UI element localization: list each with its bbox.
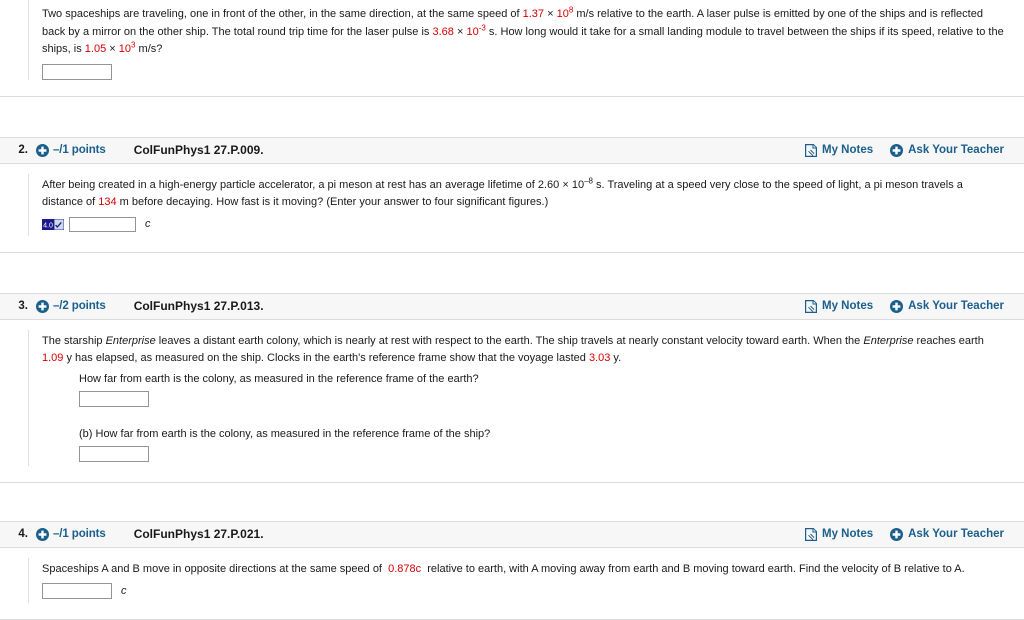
problem-3-answer-input-b[interactable]	[79, 446, 149, 462]
significant-figures-badge: 4.0	[42, 219, 64, 230]
plus-circle-icon	[890, 144, 903, 157]
subquestion-spacer	[42, 407, 1004, 423]
card-gap-3	[0, 483, 1024, 521]
subquestion-b-label: (b) How far from earth is the colony, as…	[79, 426, 1004, 442]
plus-circle-icon	[890, 300, 903, 313]
problem-3-body: The starship Enterprise leaves a distant…	[0, 320, 1024, 483]
my-notes-label: My Notes	[822, 528, 873, 540]
problem-2-answer-row: 4.0 c	[42, 217, 1004, 232]
ask-your-teacher-label: Ask Your Teacher	[908, 144, 1004, 156]
card-gap-2	[0, 253, 1024, 293]
my-notes-label: My Notes	[822, 300, 873, 312]
problem-2-points: –/1 points	[53, 144, 106, 156]
problem-4-body: Spaceships A and B move in opposite dire…	[0, 548, 1024, 620]
problem-card-1-continued: Two spaceships are traveling, one in fro…	[0, 0, 1024, 97]
svg-text:4.0: 4.0	[43, 222, 53, 229]
card-gap-1	[0, 97, 1024, 137]
problem-4-header: 4. –/1 points ColFunPhys1 27.P.021.	[0, 521, 1024, 548]
problem-4-answer-unit: c	[121, 585, 127, 597]
problem-card-4: 4. –/1 points ColFunPhys1 27.P.021.	[0, 521, 1024, 620]
my-notes-label: My Notes	[822, 144, 873, 156]
ask-your-teacher-label: Ask Your Teacher	[908, 300, 1004, 312]
problem-3-number: 3.	[8, 300, 28, 312]
problem-4-question-text: Spaceships A and B move in opposite dire…	[42, 561, 1004, 579]
problem-4-number: 4.	[8, 528, 28, 540]
problem-3-points: –/2 points	[53, 300, 106, 312]
notes-page-icon	[805, 528, 817, 541]
problem-1-answer-row	[42, 64, 1004, 80]
problem-4-answer-row: c	[42, 583, 1004, 599]
subquestion-a-label: How far from earth is the colony, as mea…	[79, 371, 1004, 387]
notes-page-icon	[805, 144, 817, 157]
problem-2-answer-input[interactable]	[69, 217, 136, 232]
problem-2-number: 2.	[8, 144, 28, 156]
problem-1-question-text: Two spaceships are traveling, one in fro…	[42, 6, 1004, 59]
problem-3-subquestion-a: How far from earth is the colony, as mea…	[79, 371, 1004, 407]
problem-4-question-key: ColFunPhys1 27.P.021.	[134, 527, 264, 541]
plus-circle-icon[interactable]	[36, 300, 49, 313]
my-notes-link-3[interactable]: My Notes	[805, 300, 873, 313]
notes-page-icon	[805, 300, 817, 313]
problem-3-subquestion-b: (b) How far from earth is the colony, as…	[79, 426, 1004, 462]
problem-4-points: –/1 points	[53, 528, 106, 540]
ask-your-teacher-link-2[interactable]: Ask Your Teacher	[890, 144, 1004, 157]
problem-1-answer-input[interactable]	[42, 64, 112, 80]
ask-your-teacher-link-4[interactable]: Ask Your Teacher	[890, 528, 1004, 541]
problem-2-header: 2. –/1 points ColFunPhys1 27.P.009.	[0, 137, 1024, 164]
problem-card-2: 2. –/1 points ColFunPhys1 27.P.009.	[0, 137, 1024, 253]
problem-2-question-key: ColFunPhys1 27.P.009.	[134, 143, 264, 157]
assignment-page: Two spaceships are traveling, one in fro…	[0, 0, 1024, 620]
problem-3-question-key: ColFunPhys1 27.P.013.	[134, 299, 264, 313]
plus-circle-icon	[890, 528, 903, 541]
problem-3-question-text: The starship Enterprise leaves a distant…	[42, 333, 1004, 368]
problem-4-answer-input[interactable]	[42, 583, 112, 599]
problem-2-answer-unit: c	[145, 218, 151, 230]
plus-circle-icon[interactable]	[36, 528, 49, 541]
problem-2-question-text: After being created in a high-energy par…	[42, 177, 1004, 212]
my-notes-link-2[interactable]: My Notes	[805, 144, 873, 157]
problem-2-body: After being created in a high-energy par…	[0, 164, 1024, 253]
ask-your-teacher-link-3[interactable]: Ask Your Teacher	[890, 300, 1004, 313]
problem-3-answer-input-a[interactable]	[79, 391, 149, 407]
ask-your-teacher-label: Ask Your Teacher	[908, 528, 1004, 540]
problem-1-body: Two spaceships are traveling, one in fro…	[28, 0, 1024, 80]
problem-card-3: 3. –/2 points ColFunPhys1 27.P.013.	[0, 293, 1024, 483]
plus-circle-icon[interactable]	[36, 144, 49, 157]
my-notes-link-4[interactable]: My Notes	[805, 528, 873, 541]
problem-3-header: 3. –/2 points ColFunPhys1 27.P.013.	[0, 293, 1024, 320]
